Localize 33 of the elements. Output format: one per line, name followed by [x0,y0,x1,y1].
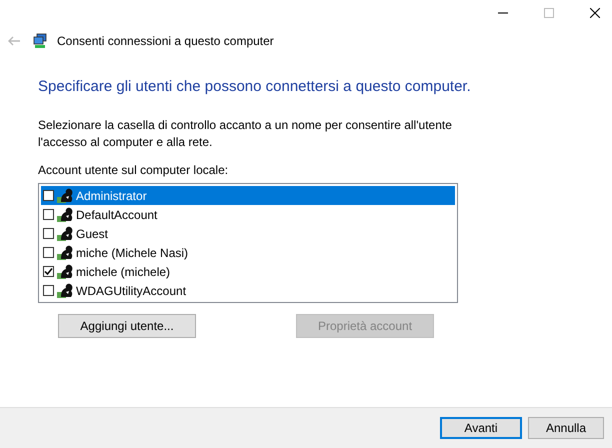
footer-button[interactable]: Avanti [440,417,522,439]
page-heading: Specificare gli utenti che possono connettersi a questo computer. [38,78,472,95]
account-item[interactable]: michele (michele) [41,262,455,281]
account-name: Administrator [76,188,147,202]
checkbox[interactable] [43,209,54,220]
account-name: miche (Michele Nasi) [76,246,188,260]
close-icon[interactable] [590,8,600,18]
account-name: michele (michele) [76,264,170,278]
user-icon [57,283,73,298]
account-item[interactable]: WDAGUtilityAccount [41,281,455,300]
description-text: Selezionare la casella di controllo accanto a un nome per consentire all'utente l'accesso al computer e alla rete. [38,117,453,151]
account-name: WDAGUtilityAccount [76,284,186,298]
list-label: Account utente sul computer locale: [38,163,230,177]
checkbox[interactable] [43,285,54,296]
list-action-button[interactable]: Aggiungi utente... [58,314,196,338]
network-computers-icon [32,33,48,49]
window-title: Consenti connessioni a questo computer [57,34,274,48]
user-icon [57,264,73,279]
checkbox[interactable] [43,266,54,277]
footer-button[interactable]: Annulla [528,417,604,439]
account-item[interactable]: miche (Michele Nasi) [41,243,455,262]
user-icon [57,188,73,203]
checkbox[interactable] [43,190,54,201]
account-name: DefaultAccount [76,208,158,222]
user-icon [57,245,73,260]
account-item[interactable]: Administrator [41,186,455,205]
account-item[interactable]: DefaultAccount [41,205,455,224]
user-icon [57,226,73,241]
account-item[interactable]: Guest [41,224,455,243]
checkbox[interactable] [43,247,54,258]
user-icon [57,207,73,222]
checkbox[interactable] [43,228,54,239]
account-name: Guest [76,226,108,240]
